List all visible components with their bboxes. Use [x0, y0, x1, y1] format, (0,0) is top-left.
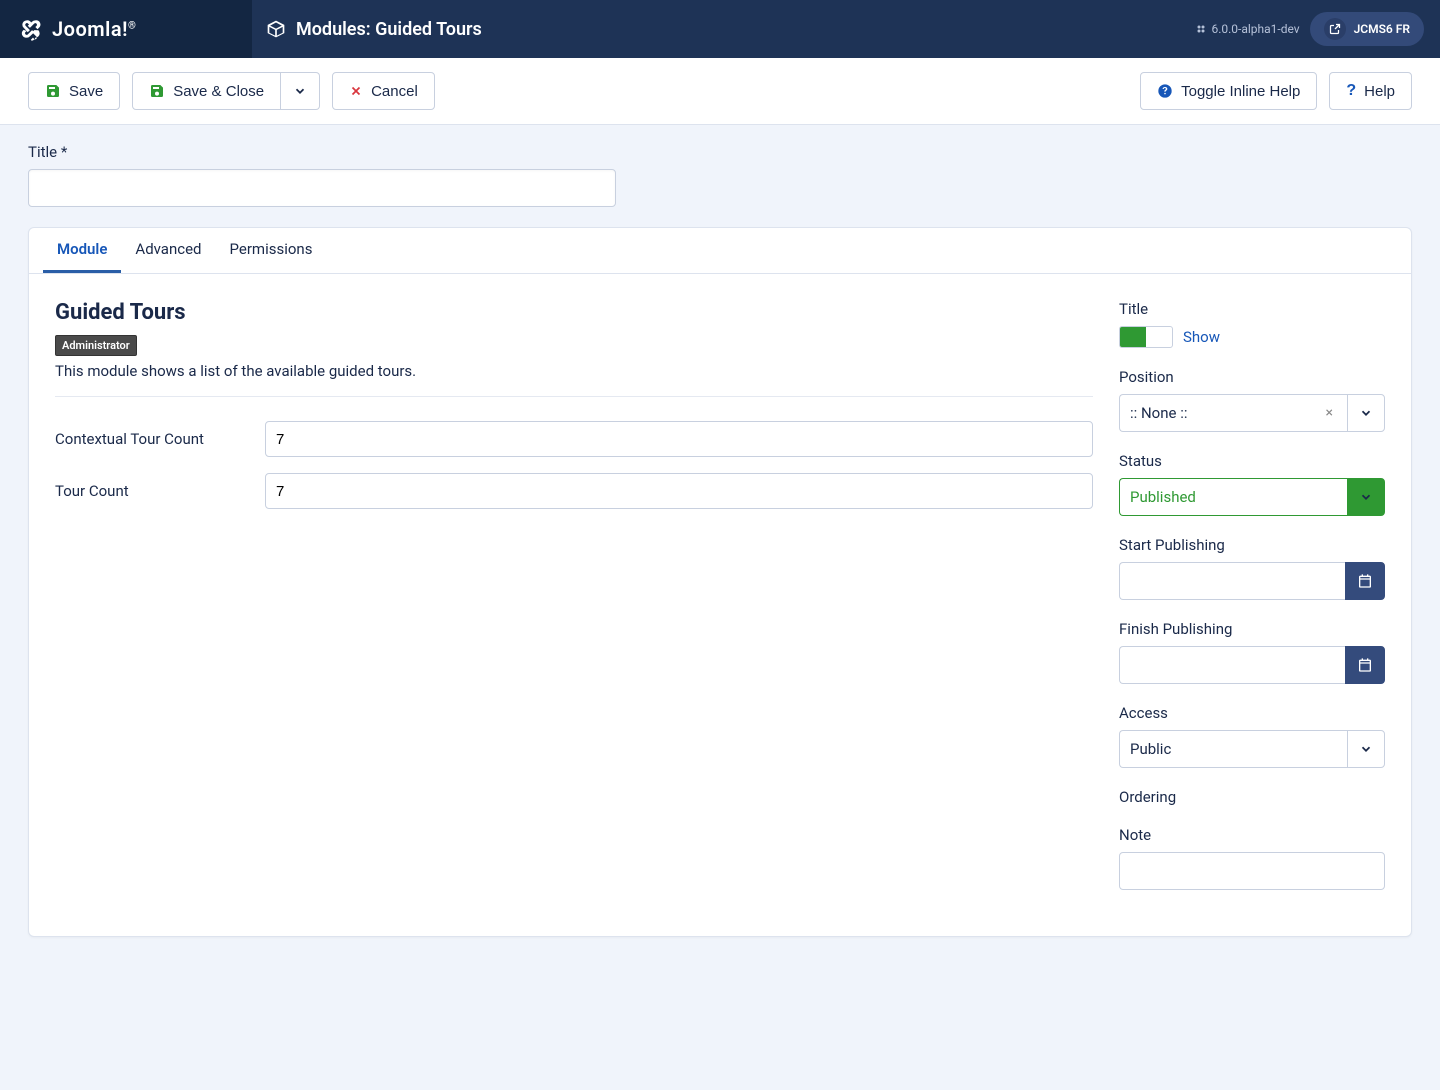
chevron-down-icon — [1359, 490, 1373, 504]
calendar-icon — [1357, 573, 1373, 589]
start-publishing-calendar-button[interactable] — [1345, 562, 1385, 600]
showtitle-label: Title — [1119, 300, 1385, 318]
topbar-right: 6.0.0-alpha1-dev JCMS6 FR — [1195, 12, 1440, 46]
start-publishing-input[interactable] — [1119, 562, 1345, 600]
contextual-count-input[interactable] — [265, 421, 1093, 457]
joomla-logo-icon — [18, 16, 44, 42]
joomla-icon — [1195, 23, 1207, 35]
calendar-icon — [1357, 657, 1373, 673]
chevron-down-icon — [1359, 406, 1373, 420]
divider — [55, 396, 1093, 397]
save-close-dropdown[interactable] — [281, 72, 320, 110]
position-label: Position — [1119, 368, 1385, 386]
showtitle-value: Show — [1183, 328, 1220, 346]
save-close-split: Save & Close — [132, 72, 320, 110]
status-label: Status — [1119, 452, 1385, 470]
tour-count-label: Tour Count — [55, 482, 265, 500]
topbar: Joomla!® Modules: Guided Tours 6.0.0-alp… — [0, 0, 1440, 58]
note-input[interactable] — [1119, 852, 1385, 890]
close-icon — [349, 84, 363, 98]
position-select[interactable]: :: None ::× — [1119, 394, 1385, 432]
chevron-down-icon — [1359, 742, 1373, 756]
version-link[interactable]: 6.0.0-alpha1-dev — [1195, 22, 1299, 36]
external-link-icon — [1324, 18, 1346, 40]
position-clear[interactable]: × — [1322, 405, 1337, 421]
tour-count-input[interactable] — [265, 473, 1093, 509]
main-column: Guided Tours Administrator This module s… — [55, 300, 1093, 910]
brand[interactable]: Joomla!® — [0, 0, 252, 58]
finish-publishing-label: Finish Publishing — [1119, 620, 1385, 638]
access-select[interactable]: Public — [1119, 730, 1385, 768]
position-dropdown-button[interactable] — [1347, 394, 1385, 432]
module-name: Guided Tours — [55, 300, 1093, 325]
brand-name: Joomla!® — [52, 17, 136, 41]
tab-module[interactable]: Module — [43, 228, 121, 273]
title-label: Title * — [28, 143, 1412, 161]
content: Title * Module Advanced Permissions Guid… — [0, 125, 1440, 967]
save-icon — [45, 83, 61, 99]
contextual-count-label: Contextual Tour Count — [55, 430, 265, 448]
finish-publishing-calendar-button[interactable] — [1345, 646, 1385, 684]
title-input[interactable] — [28, 169, 616, 207]
save-button[interactable]: Save — [28, 72, 120, 110]
tab-permissions[interactable]: Permissions — [216, 228, 327, 273]
save-icon — [149, 83, 165, 99]
status-select[interactable]: Published — [1119, 478, 1385, 516]
tab-advanced[interactable]: Advanced — [121, 228, 215, 273]
cancel-button[interactable]: Cancel — [332, 72, 435, 110]
user-menu[interactable]: JCMS6 FR — [1310, 12, 1424, 46]
toolbar: Save Save & Close Cancel Toggle Inline H… — [0, 58, 1440, 125]
module-description: This module shows a list of the availabl… — [55, 362, 1093, 380]
showtitle-toggle[interactable] — [1119, 326, 1173, 348]
access-label: Access — [1119, 704, 1385, 722]
side-column: Title Show Position :: None ::× — [1119, 300, 1385, 910]
chevron-down-icon — [293, 84, 307, 98]
panel: Module Advanced Permissions Guided Tours… — [28, 227, 1412, 937]
question-circle-icon — [1157, 83, 1173, 99]
page-title-wrap: Modules: Guided Tours — [252, 19, 1195, 40]
client-badge: Administrator — [55, 335, 137, 356]
tabs: Module Advanced Permissions — [29, 228, 1411, 274]
toggle-inline-help-button[interactable]: Toggle Inline Help — [1140, 72, 1317, 110]
module-icon — [266, 19, 286, 39]
ordering-label: Ordering — [1119, 788, 1385, 806]
finish-publishing-input[interactable] — [1119, 646, 1345, 684]
help-button[interactable]: ? Help — [1329, 72, 1412, 110]
save-close-button[interactable]: Save & Close — [132, 72, 281, 110]
note-label: Note — [1119, 826, 1385, 844]
status-dropdown-button[interactable] — [1347, 478, 1385, 516]
start-publishing-label: Start Publishing — [1119, 536, 1385, 554]
question-icon: ? — [1346, 82, 1356, 100]
access-dropdown-button[interactable] — [1347, 730, 1385, 768]
page-title: Modules: Guided Tours — [296, 19, 482, 40]
